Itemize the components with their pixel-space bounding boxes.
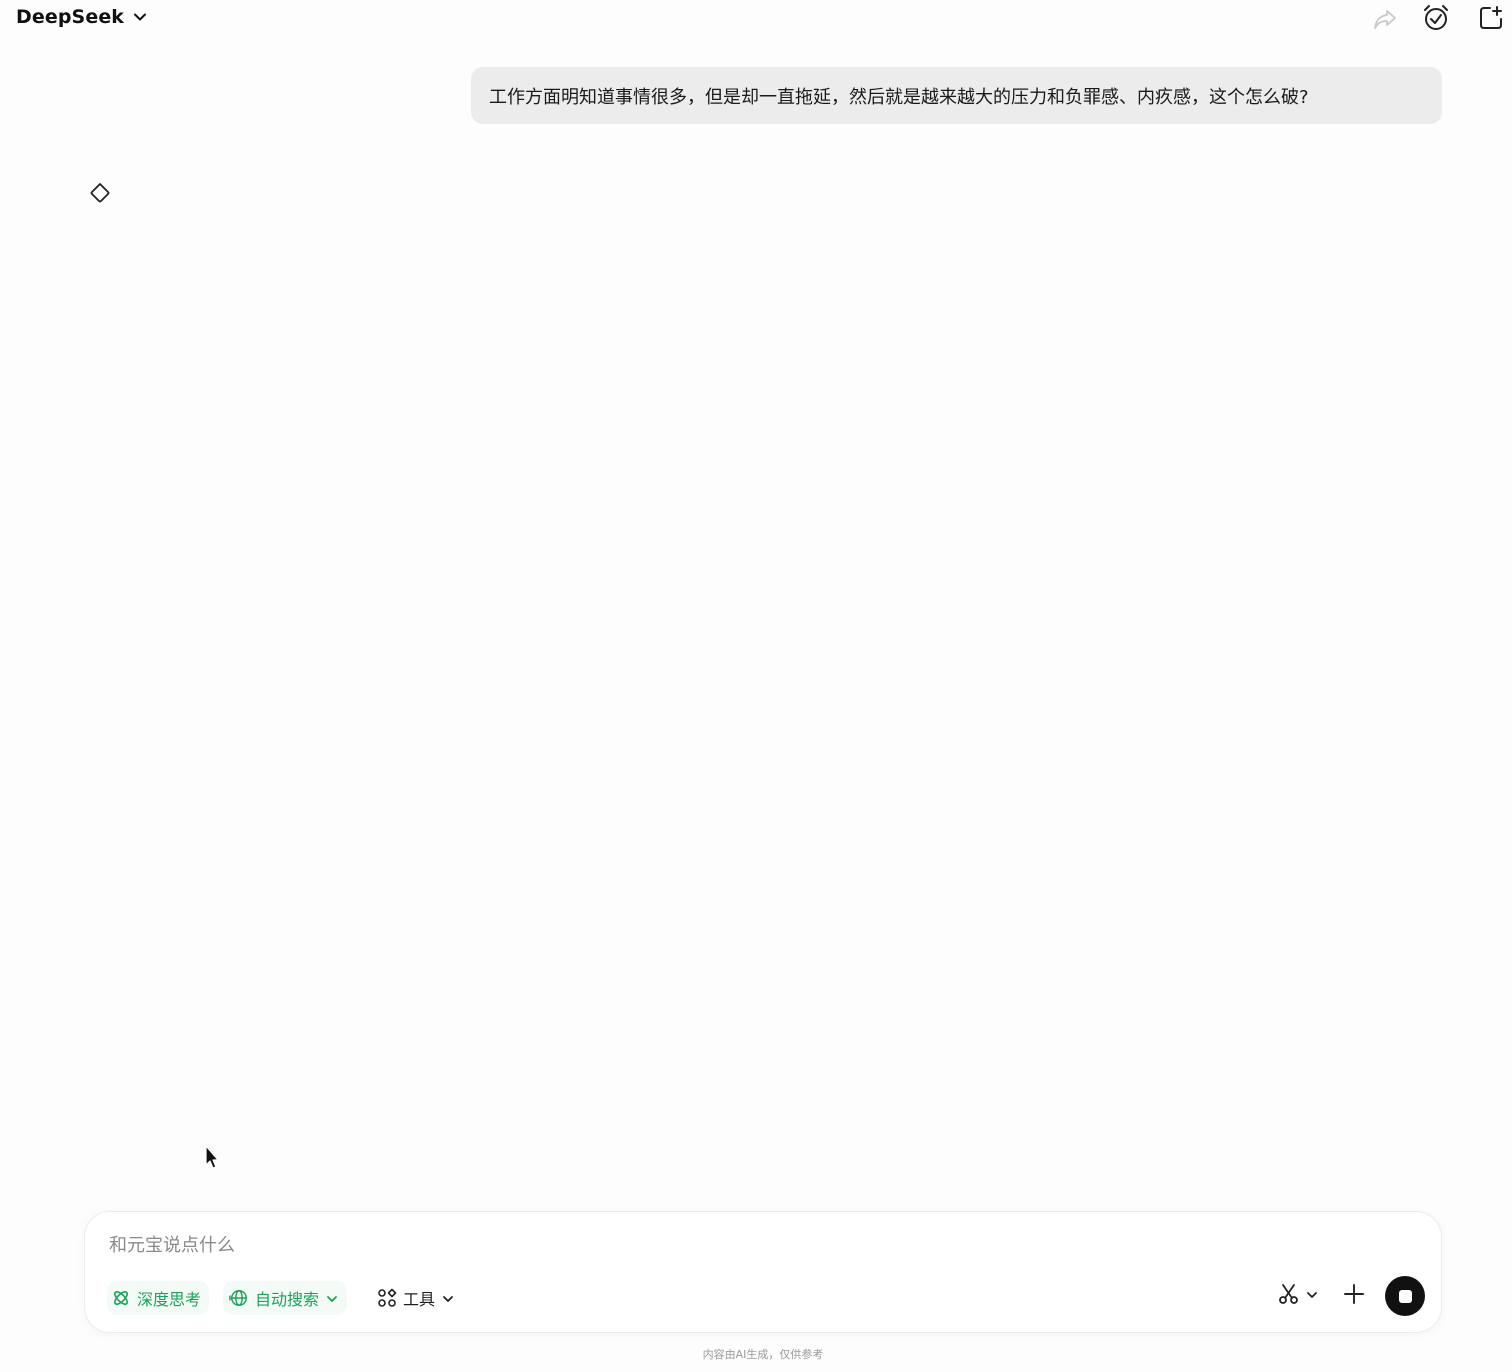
- screenshot-button[interactable]: [1277, 1282, 1319, 1310]
- composer-actions: [1277, 1276, 1425, 1316]
- tools-grid-icon: [377, 1288, 397, 1308]
- auto-search-toggle[interactable]: 自动搜索: [223, 1281, 348, 1315]
- message-composer: 深度思考 自动搜索: [84, 1211, 1442, 1333]
- scissors-icon: [1277, 1282, 1301, 1310]
- tools-menu-button[interactable]: 工具: [373, 1281, 459, 1315]
- model-name: DeepSeek: [16, 6, 125, 28]
- mouse-cursor-icon: [204, 1145, 220, 1171]
- chevron-down-icon: [325, 1291, 339, 1305]
- user-message-text: 工作方面明知道事情很多，但是却一直拖延，然后就是越来越大的压力和负罪感、内疚感，…: [489, 86, 1309, 108]
- auto-search-label: 自动搜索: [255, 1290, 320, 1309]
- deep-think-toggle[interactable]: 深度思考: [107, 1281, 210, 1315]
- chevron-down-icon: [132, 9, 148, 25]
- stop-generation-button[interactable]: [1385, 1276, 1425, 1316]
- globe-icon: [229, 1288, 249, 1308]
- user-message-bubble: 工作方面明知道事情很多，但是却一直拖延，然后就是越来越大的压力和负罪感、内疚感，…: [471, 67, 1442, 124]
- plus-icon: [1343, 1283, 1365, 1309]
- chevron-down-icon: [1305, 1287, 1319, 1306]
- stop-icon: [1398, 1289, 1412, 1303]
- tools-label: 工具: [403, 1290, 436, 1309]
- new-chat-icon[interactable]: [1476, 3, 1506, 33]
- share-icon[interactable]: [1370, 4, 1400, 34]
- atom-icon: [111, 1288, 131, 1308]
- deep-think-label: 深度思考: [137, 1290, 202, 1309]
- model-selector[interactable]: DeepSeek: [16, 6, 148, 28]
- add-attachment-button[interactable]: [1341, 1283, 1367, 1309]
- loading-icon: [88, 181, 112, 205]
- alarm-icon[interactable]: [1421, 3, 1451, 33]
- chat-page: DeepSeek 工作方面明知道事情很多，但是却一直拖延，然后就是越来越大的压力…: [0, 0, 1512, 1372]
- chevron-down-icon: [441, 1291, 455, 1305]
- ai-disclaimer: 内容由AI生成，仅供参考: [702, 1348, 824, 1361]
- message-input[interactable]: [109, 1230, 1409, 1260]
